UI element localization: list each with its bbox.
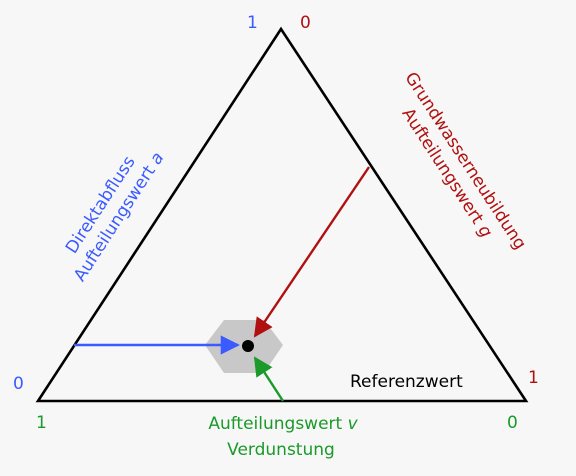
- bottom-label-var: v: [348, 414, 359, 434]
- reference-label: Referenzwert: [350, 372, 463, 392]
- left-axis-label: Direktabfluss Aufteilungswert a: [62, 149, 168, 285]
- tick-bottom-left-green: 1: [36, 413, 47, 433]
- tick-left-blue: 0: [13, 374, 24, 394]
- red-arrow: [253, 166, 370, 338]
- tick-top-blue: 1: [247, 13, 258, 33]
- right-label-line1: Grundwasserneubildung: [400, 69, 530, 254]
- bottom-label-line2: Verdunstung: [227, 440, 335, 460]
- ternary-svg: 1 0 0 1 1 0 Referenzwert Direktabfluss A…: [13, 13, 539, 460]
- right-axis-label: Grundwasserneubildung Aufteilungswert g: [398, 69, 530, 254]
- bottom-label-line1: Aufteilungswert v: [208, 414, 358, 434]
- ternary-diagram: 1 0 0 1 1 0 Referenzwert Direktabfluss A…: [0, 0, 576, 476]
- tick-top-red: 0: [300, 13, 311, 33]
- bottom-axis-label: Aufteilungswert v Verdunstung: [208, 414, 358, 460]
- tick-right-red: 1: [528, 368, 539, 388]
- tick-bottom-right-green: 0: [507, 413, 518, 433]
- reference-point: [242, 340, 254, 352]
